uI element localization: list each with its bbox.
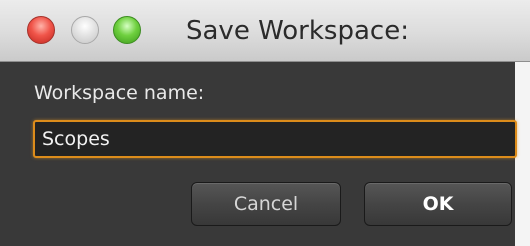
save-workspace-dialog: Save Workspace: Workspace name: Cancel O… [0, 0, 530, 246]
ok-button[interactable]: OK [364, 182, 512, 226]
cancel-button[interactable]: Cancel [191, 182, 341, 226]
workspace-name-input[interactable] [33, 120, 517, 158]
zoom-window-icon[interactable] [113, 16, 141, 44]
close-window-icon[interactable] [27, 16, 55, 44]
workspace-name-label: Workspace name: [34, 82, 205, 104]
title-bar[interactable]: Save Workspace: [0, 0, 530, 62]
dialog-body: Workspace name: Cancel OK [0, 62, 530, 246]
dialog-title: Save Workspace: [186, 16, 409, 46]
background-edge [515, 62, 530, 246]
minimize-window-icon[interactable] [71, 16, 99, 44]
